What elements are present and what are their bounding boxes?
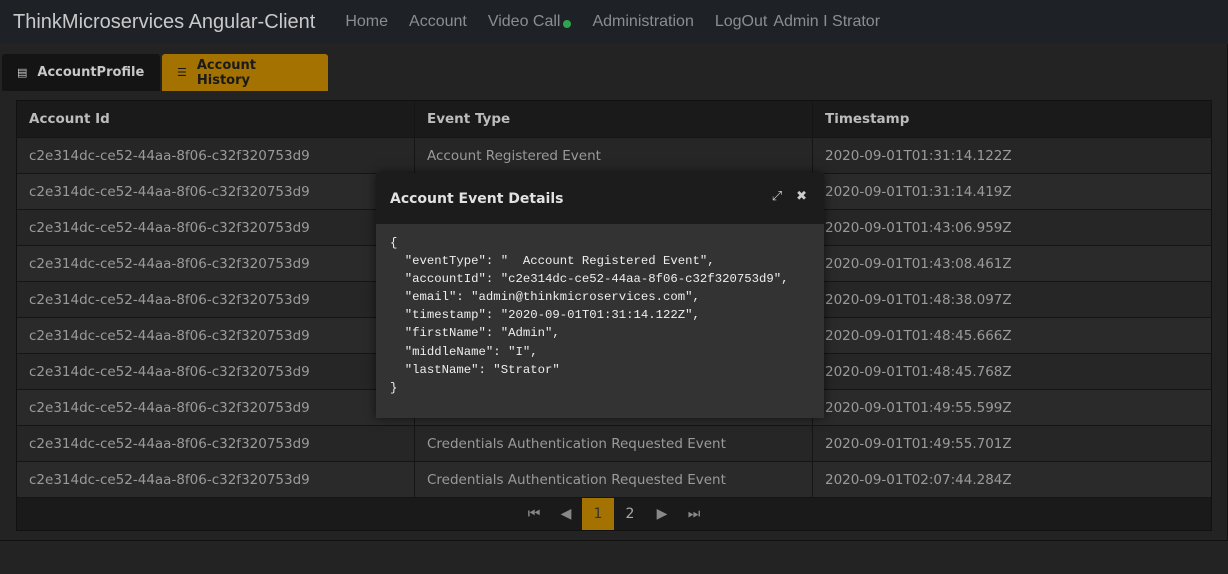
cell-timestamp: 2020-09-01T01:48:38.097Z — [825, 291, 1012, 308]
cell-timestamp: 2020-09-01T02:07:44.284Z — [825, 471, 1012, 488]
table-header: Account Id Event Type Timestamp — [17, 101, 1211, 138]
cell-account-id: c2e314dc-ce52-44aa-8f06-c32f320753d9 — [17, 138, 415, 173]
cell-event-type: Credentials Authentication Requested Eve… — [415, 462, 813, 497]
cell-account-id: c2e314dc-ce52-44aa-8f06-c32f320753d9 — [17, 174, 415, 209]
dialog-content: { "eventType": " Account Registered Even… — [376, 224, 824, 418]
nav-home[interactable]: Home — [345, 13, 388, 31]
navbar: ThinkMicroservices Angular-Client Home A… — [0, 0, 1228, 44]
column-header-account-id[interactable]: Account Id — [17, 101, 415, 137]
nav-account[interactable]: Account — [409, 13, 467, 31]
cell-event-type: Credentials Authentication Requested Eve… — [415, 426, 813, 461]
list-icon: ☰ — [177, 66, 187, 79]
page-1-button[interactable]: 1 — [582, 498, 614, 530]
close-icon[interactable]: ✖ — [796, 189, 807, 204]
cell-account-id: c2e314dc-ce52-44aa-8f06-c32f320753d9 — [17, 210, 415, 245]
cell-timestamp: 2020-09-01T01:31:14.122Z — [825, 147, 1012, 164]
cell-timestamp: 2020-09-01T01:31:14.419Z — [825, 183, 1012, 200]
tabs: ▤ AccountProfile ☰ Account History — [2, 54, 330, 91]
maximize-icon[interactable]: ⤢ — [772, 189, 782, 204]
nav-video-call-label: Video Call — [487, 13, 561, 30]
cell-timestamp: 2020-09-01T01:48:45.666Z — [825, 327, 1012, 344]
prev-page-icon[interactable]: ◀ — [550, 498, 582, 530]
next-page-icon[interactable]: ▶ — [646, 498, 678, 530]
cell-timestamp: 2020-09-01T01:43:06.959Z — [825, 219, 1012, 236]
cell-account-id: c2e314dc-ce52-44aa-8f06-c32f320753d9 — [17, 246, 415, 281]
cell-timestamp: 2020-09-01T01:49:55.599Z — [825, 399, 1012, 416]
cell-account-id: c2e314dc-ce52-44aa-8f06-c32f320753d9 — [17, 318, 415, 353]
tab-account-history[interactable]: ☰ Account History — [162, 54, 328, 91]
brand[interactable]: ThinkMicroservices Angular-Client — [13, 11, 315, 34]
tab-label: AccountProfile — [37, 65, 145, 80]
table-row[interactable]: c2e314dc-ce52-44aa-8f06-c32f320753d9 Cred… — [17, 462, 1211, 498]
column-header-event-type[interactable]: Event Type — [415, 101, 813, 137]
tab-account-profile[interactable]: ▤ AccountProfile — [2, 54, 160, 91]
event-json: { "eventType": " Account Registered Even… — [390, 236, 789, 395]
table-row[interactable]: c2e314dc-ce52-44aa-8f06-c32f320753d9 Acco… — [17, 138, 1211, 174]
cell-timestamp: 2020-09-01T01:43:08.461Z — [825, 255, 1012, 272]
cell-account-id: c2e314dc-ce52-44aa-8f06-c32f320753d9 — [17, 426, 415, 461]
cell-account-id: c2e314dc-ce52-44aa-8f06-c32f320753d9 — [17, 462, 415, 497]
page-2-button[interactable]: 2 — [614, 498, 646, 530]
cell-account-id: c2e314dc-ce52-44aa-8f06-c32f320753d9 — [17, 354, 415, 389]
cell-event-type: Account Registered Event — [415, 138, 813, 173]
id-card-icon: ▤ — [17, 66, 28, 79]
first-page-icon[interactable]: ⏮ — [518, 498, 550, 530]
column-header-timestamp[interactable]: Timestamp — [813, 101, 1211, 137]
nav-user[interactable]: Admin I Strator — [773, 13, 880, 31]
dialog-title: Account Event Details — [390, 190, 564, 207]
cell-account-id: c2e314dc-ce52-44aa-8f06-c32f320753d9 — [17, 282, 415, 317]
cell-timestamp: 2020-09-01T01:49:55.701Z — [825, 435, 1012, 452]
account-event-details-dialog: Account Event Details ⤢ ✖ { "eventType": … — [376, 173, 824, 418]
nav-administration[interactable]: Administration — [592, 13, 693, 31]
phone-status-icon — [563, 19, 572, 28]
cell-timestamp: 2020-09-01T01:48:45.768Z — [825, 363, 1012, 380]
cell-account-id: c2e314dc-ce52-44aa-8f06-c32f320753d9 — [17, 390, 415, 425]
tab-label: Account History — [196, 57, 257, 88]
paginator: ⏮ ◀ 1 2 ▶ ⏭ — [17, 498, 1211, 530]
nav-video-call[interactable]: Video Call — [488, 13, 572, 31]
last-page-icon[interactable]: ⏭ — [678, 498, 710, 530]
table-row[interactable]: c2e314dc-ce52-44aa-8f06-c32f320753d9 Cred… — [17, 426, 1211, 462]
nav-logout[interactable]: LogOut — [715, 13, 767, 31]
